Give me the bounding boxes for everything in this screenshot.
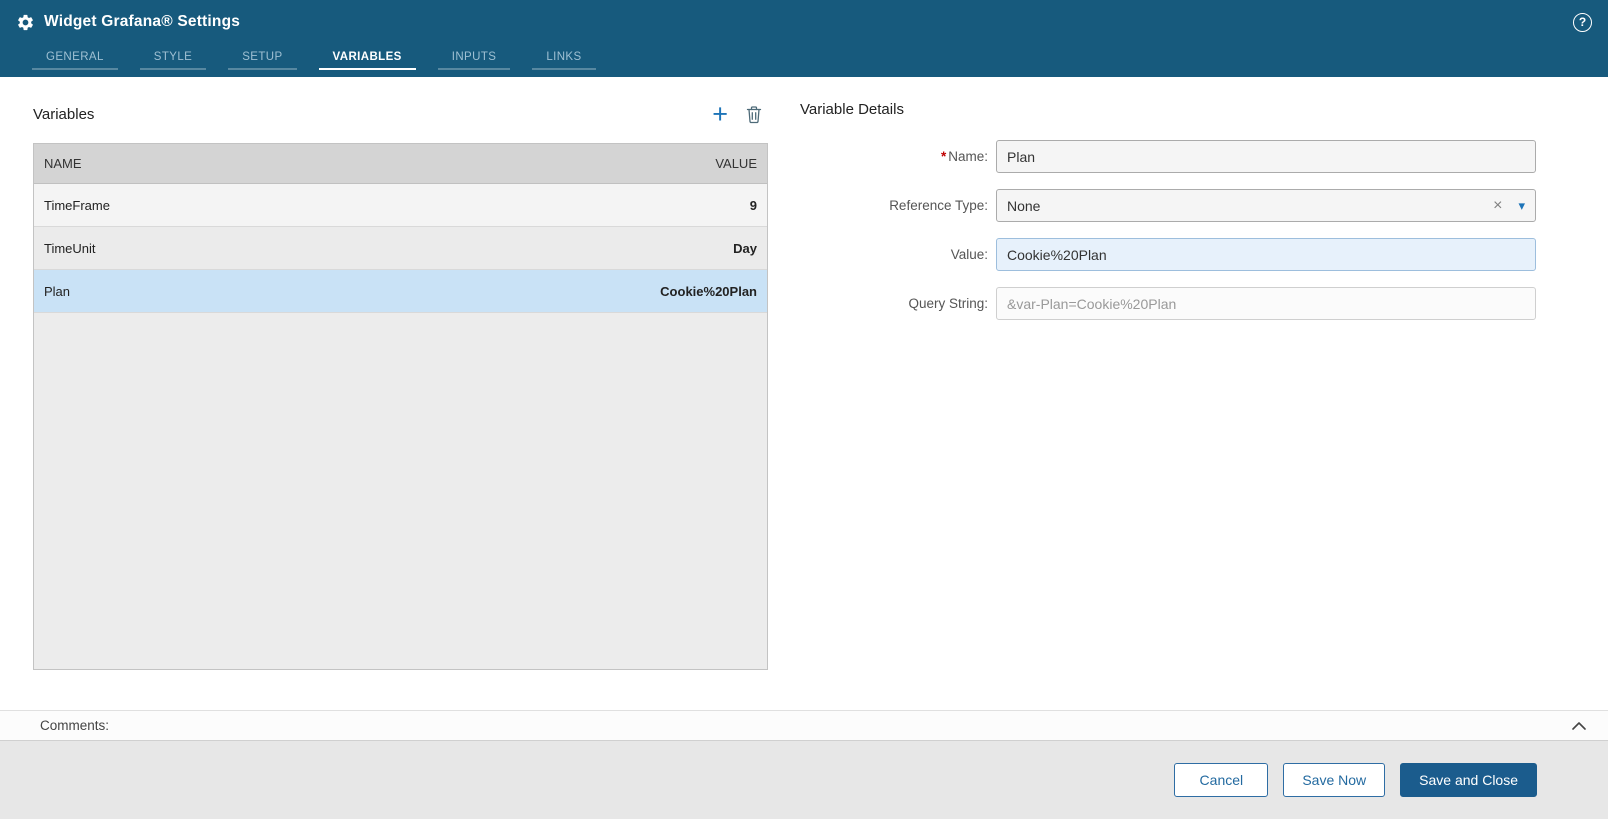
save-and-close-button[interactable]: Save and Close: [1400, 763, 1537, 797]
name-input[interactable]: [996, 140, 1536, 173]
value-label: Value:: [800, 247, 988, 262]
variables-panel: Variables + NAM: [33, 93, 768, 710]
query-string-field-row: Query String:: [800, 287, 1575, 320]
variable-details-title: Variable Details: [800, 101, 1575, 118]
variable-value: Day: [733, 241, 757, 256]
variable-name: Plan: [44, 284, 70, 299]
tab-style[interactable]: STYLE: [140, 47, 206, 70]
save-now-button[interactable]: Save Now: [1283, 763, 1385, 797]
variable-value: 9: [750, 198, 757, 213]
column-name: NAME: [44, 156, 715, 171]
main-content: Variables + NAM: [0, 77, 1608, 710]
chevron-down-icon[interactable]: ▾: [1510, 198, 1525, 214]
title-bar: Widget Grafana® Settings ?: [0, 0, 1608, 44]
tab-inputs[interactable]: INPUTS: [438, 47, 511, 70]
comments-section[interactable]: Comments:: [0, 710, 1608, 741]
add-variable-button[interactable]: +: [712, 103, 728, 125]
cancel-button[interactable]: Cancel: [1174, 763, 1268, 797]
gear-icon: [16, 13, 35, 32]
variable-name: TimeFrame: [44, 198, 110, 213]
variables-toolbar: +: [712, 103, 768, 125]
variables-panel-header: Variables +: [33, 101, 768, 127]
query-string-label: Query String:: [800, 296, 988, 311]
delete-variable-button[interactable]: [746, 105, 762, 124]
query-string-input: [996, 287, 1536, 320]
tab-setup[interactable]: SETUP: [228, 47, 296, 70]
comments-label: Comments:: [40, 718, 109, 733]
tab-links[interactable]: LINKS: [532, 47, 595, 70]
name-field-row: *Name:: [800, 140, 1575, 173]
clear-icon[interactable]: ×: [1485, 197, 1510, 215]
name-label: *Name:: [800, 149, 988, 164]
variable-value: Cookie%20Plan: [660, 284, 757, 299]
variables-title: Variables: [33, 106, 94, 123]
table-header: NAME VALUE: [34, 144, 767, 184]
value-field-row: Value:: [800, 238, 1575, 271]
table-row[interactable]: TimeFrame 9: [34, 184, 767, 227]
tab-variables[interactable]: VARIABLES: [319, 47, 416, 70]
variable-details-panel: Variable Details *Name: Reference Type: …: [768, 93, 1575, 710]
reference-type-field-row: Reference Type: None × ▾: [800, 189, 1575, 222]
dialog-title: Widget Grafana® Settings: [44, 13, 240, 31]
column-value: VALUE: [715, 156, 757, 171]
variables-table: NAME VALUE TimeFrame 9 TimeUnit Day Plan…: [33, 143, 768, 670]
settings-tab-bar: GENERAL STYLE SETUP VARIABLES INPUTS LIN…: [0, 44, 1608, 77]
settings-dialog: Widget Grafana® Settings ? GENERAL STYLE…: [0, 0, 1608, 819]
reference-type-dropdown[interactable]: None × ▾: [996, 189, 1536, 222]
help-icon[interactable]: ?: [1573, 13, 1592, 32]
trash-icon: [746, 105, 762, 124]
reference-type-label: Reference Type:: [800, 198, 988, 213]
required-marker: *: [941, 149, 946, 164]
reference-type-value: None: [1007, 198, 1485, 214]
tab-general[interactable]: GENERAL: [32, 47, 118, 70]
value-input[interactable]: [996, 238, 1536, 271]
footer-bar: Cancel Save Now Save and Close: [0, 741, 1608, 819]
variable-name: TimeUnit: [44, 241, 96, 256]
table-row[interactable]: TimeUnit Day: [34, 227, 767, 270]
chevron-up-icon[interactable]: [1572, 722, 1586, 730]
table-row-selected[interactable]: Plan Cookie%20Plan: [34, 270, 767, 313]
